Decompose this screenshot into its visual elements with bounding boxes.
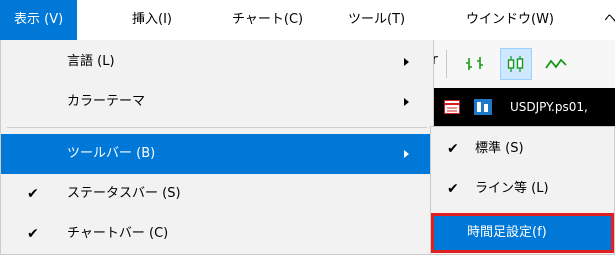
submenu-item-timeframe-settings[interactable]: 時間足設定(f) — [431, 213, 614, 253]
menu-chart[interactable]: チャート(C) — [218, 0, 317, 40]
menu-tools[interactable]: ツール(T) — [334, 0, 419, 40]
submenu-item-label: ライン等 (L) — [475, 181, 549, 196]
menu-item-language[interactable]: 言語 (L) — [1, 42, 433, 82]
submenu-item-standard[interactable]: ✔ 標準 (S) — [431, 129, 614, 169]
chart-tab-strip: USDJPY.ps01, — [430, 88, 615, 126]
menu-item-status-bar[interactable]: ✔ ステータスバー (S) — [1, 174, 433, 214]
submenu-arrow-icon — [404, 98, 409, 106]
check-icon: ✔ — [27, 186, 39, 202]
menu-view[interactable]: 表示 (V) — [0, 0, 78, 40]
submenu-arrow-icon — [404, 58, 409, 66]
check-icon: ✔ — [27, 226, 39, 242]
menu-item-label: 言語 (L) — [67, 54, 115, 69]
menu-item-label: チャートバー (C) — [67, 226, 169, 241]
menu-item-chart-bar[interactable]: ✔ チャートバー (C) — [1, 214, 433, 254]
menu-insert[interactable]: 挿入(I) — [118, 0, 186, 40]
menu-help[interactable]: ヘ — [590, 0, 615, 40]
toolbar-submenu: ✔ 標準 (S) ✔ ライン等 (L) 時間足設定(f) — [430, 126, 615, 255]
chart-toolbar: r — [430, 40, 615, 88]
toolbar-separator — [446, 50, 447, 78]
check-icon: ✔ — [447, 141, 459, 157]
chart-window-icon[interactable] — [474, 99, 492, 119]
submenu-item-label: 標準 (S) — [475, 141, 524, 156]
view-menu-dropdown: 言語 (L) カラーテーマ ツールバー (B) ✔ ステータスバー (S) ✔ … — [0, 40, 434, 255]
line-chart-icon[interactable] — [540, 48, 572, 80]
menu-item-color-theme[interactable]: カラーテーマ — [1, 82, 433, 122]
menu-item-toolbar[interactable]: ツールバー (B) — [1, 134, 433, 174]
menu-item-label: カラーテーマ — [67, 94, 146, 109]
bar-chart-icon[interactable] — [460, 48, 492, 80]
menu-item-label: ツールバー (B) — [67, 146, 156, 161]
menu-bar: 表示 (V) 挿入(I) チャート(C) ツール(T) ウインドウ(W) ヘ — [0, 0, 615, 41]
check-icon: ✔ — [447, 181, 459, 197]
window-list-icon[interactable] — [444, 100, 460, 118]
submenu-item-label: 時間足設定(f) — [467, 225, 547, 240]
menu-item-label: ステータスバー (S) — [67, 186, 181, 201]
menu-separator — [7, 127, 427, 128]
candlestick-icon[interactable] — [500, 48, 532, 80]
chart-tab-label[interactable]: USDJPY.ps01, — [510, 88, 588, 126]
submenu-item-lines[interactable]: ✔ ライン等 (L) — [431, 169, 614, 209]
submenu-arrow-icon — [404, 150, 409, 158]
menu-window[interactable]: ウインドウ(W) — [452, 0, 568, 40]
